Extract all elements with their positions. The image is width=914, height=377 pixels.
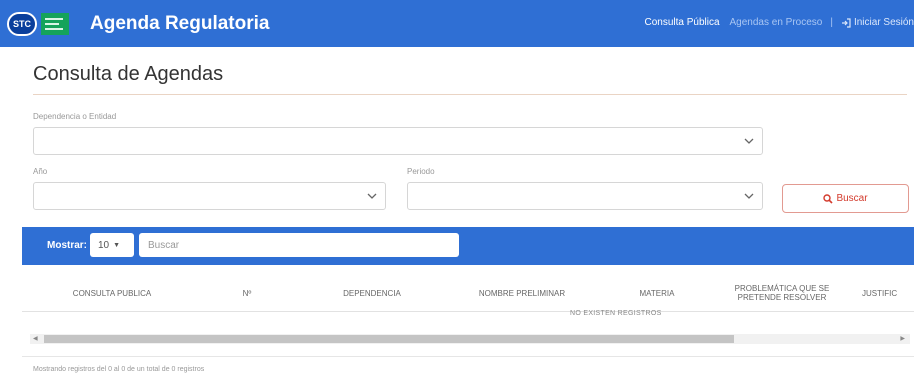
search-button-label: Buscar — [836, 193, 868, 204]
scroll-left-icon[interactable]: ◀ — [33, 335, 38, 342]
caret-down-icon: ▼ — [113, 241, 121, 249]
table-toolbar: Mostrar: 10 ▼ Buscar — [22, 227, 914, 265]
column-header-dependencia[interactable]: DEPENDENCIA — [307, 275, 437, 311]
nav-consulta-publica[interactable]: Consulta Pública — [644, 17, 719, 28]
chevron-down-icon — [744, 138, 754, 144]
page-length-value: 10 — [98, 239, 110, 251]
header-divider — [22, 311, 914, 312]
table-search-placeholder: Buscar — [148, 239, 180, 251]
column-header-numero[interactable]: Nº — [202, 275, 292, 311]
column-header-consulta-publica[interactable]: CONSULTA PUBLICA — [22, 275, 202, 311]
column-header-problematica[interactable]: PROBLEMÁTICA QUE SE PRETENDE RESOLVER — [722, 275, 842, 311]
horizontal-scrollbar[interactable]: ◀ ▶ — [30, 334, 910, 344]
page-title: Consulta de Agendas — [33, 63, 224, 85]
column-header-nombre-preliminar[interactable]: NOMBRE PRELIMINAR — [452, 275, 592, 311]
login-link[interactable]: Iniciar Sesión — [841, 17, 914, 28]
nav-agendas-en-proceso[interactable]: Agendas en Proceso — [730, 17, 823, 28]
logo-badge: STC — [7, 12, 37, 36]
nav-links: Consulta Pública Agendas en Proceso | In… — [644, 17, 914, 28]
chevron-down-icon — [744, 193, 754, 199]
search-icon — [823, 193, 834, 204]
scrollbar-thumb[interactable] — [44, 335, 734, 343]
chevron-down-icon — [367, 193, 377, 199]
dependencia-select[interactable] — [33, 127, 763, 155]
scroll-right-icon[interactable]: ▶ — [900, 335, 905, 342]
anio-label: Año — [33, 167, 48, 176]
top-navbar: STC Agenda Regulatoria Consulta Pública … — [0, 0, 914, 47]
table-info-text: Mostrando registros del 0 al 0 de un tot… — [33, 366, 205, 373]
title-divider — [33, 94, 907, 95]
page-length-select[interactable]: 10 ▼ — [90, 233, 134, 257]
login-label: Iniciar Sesión — [853, 17, 914, 28]
table-search-input[interactable]: Buscar — [139, 233, 459, 257]
anio-select[interactable] — [33, 182, 386, 210]
table-bottom-divider — [22, 356, 914, 357]
table-header: CONSULTA PUBLICA Nº DEPENDENCIA NOMBRE P… — [22, 275, 914, 311]
periodo-select[interactable] — [407, 182, 763, 210]
column-header-materia[interactable]: MATERIA — [602, 275, 712, 311]
search-button[interactable]: Buscar — [782, 184, 909, 213]
dependencia-label: Dependencia o Entidad — [33, 112, 117, 121]
nav-separator: | — [830, 17, 833, 28]
stc-logo[interactable]: STC — [7, 12, 75, 36]
app-brand-title[interactable]: Agenda Regulatoria — [90, 13, 269, 35]
column-header-justificacion[interactable]: JUSTIFIC — [862, 275, 914, 311]
login-icon — [841, 17, 851, 28]
periodo-label: Periodo — [407, 167, 435, 176]
empty-table-message: NO EXISTEN REGISTROS — [570, 310, 662, 317]
show-entries-label: Mostrar: — [47, 240, 88, 251]
logo-mark-icon — [41, 13, 69, 35]
